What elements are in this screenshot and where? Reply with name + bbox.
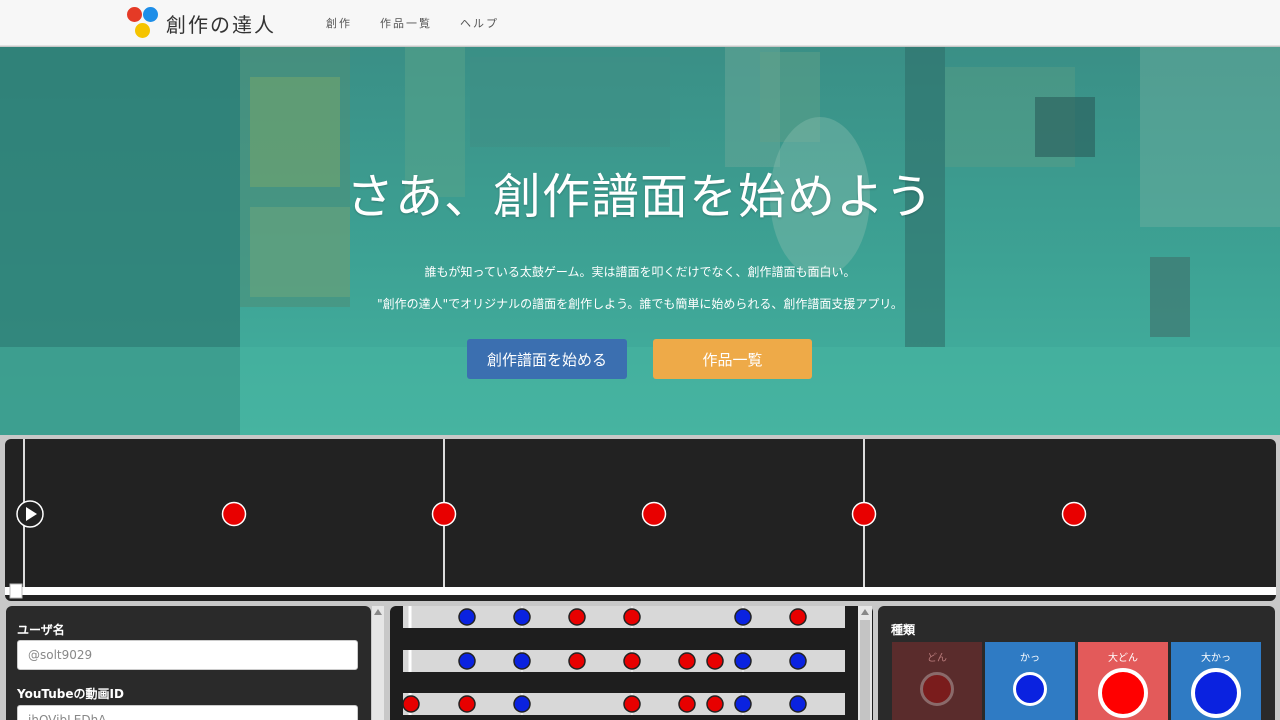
- start-creating-button[interactable]: 創作譜面を始める: [467, 339, 627, 379]
- nav-link-help[interactable]: ヘルプ: [460, 15, 499, 31]
- settings-panel: ユーザ名 YouTubeの動画ID: [6, 606, 371, 720]
- brand-name: 創作の達人: [166, 12, 276, 37]
- seek-bar[interactable]: [5, 587, 1276, 595]
- note-kind-title: 種類: [891, 623, 916, 637]
- mini-note-don[interactable]: [402, 695, 420, 713]
- note-don[interactable]: [851, 501, 877, 527]
- username-input[interactable]: [17, 640, 358, 670]
- mini-note-ka[interactable]: [734, 608, 752, 626]
- nav-link-works[interactable]: 作品一覧: [380, 15, 432, 31]
- settings-scrollbar[interactable]: [372, 606, 384, 720]
- mini-note-don[interactable]: [568, 652, 586, 670]
- note-kind-label: どん: [927, 653, 947, 664]
- youtube-id-label: YouTubeの動画ID: [17, 687, 124, 701]
- mini-note-don[interactable]: [706, 652, 724, 670]
- mini-note-don[interactable]: [706, 695, 724, 713]
- mini-note-don[interactable]: [458, 695, 476, 713]
- note-kind-label: 大どん: [1108, 653, 1138, 664]
- note-kind-icon: [1191, 668, 1241, 718]
- mini-note-ka[interactable]: [513, 695, 531, 713]
- mini-note-don[interactable]: [568, 608, 586, 626]
- main-score-canvas[interactable]: [5, 439, 1276, 601]
- note-don[interactable]: [1061, 501, 1087, 527]
- hero-section: さあ、創作譜面を始めよう 誰もが知っている太鼓ゲーム。実は譜面を叩くだけでなく、…: [0, 47, 1280, 435]
- note-don[interactable]: [641, 501, 667, 527]
- seek-handle[interactable]: [9, 583, 23, 599]
- hero-description-line1: 誰もが知っている太鼓ゲーム。実は譜面を叩くだけでなく、創作譜面も面白い。: [424, 265, 856, 279]
- hero-title: さあ、創作譜面を始めよう: [345, 169, 934, 225]
- note-kind-0[interactable]: どん: [892, 642, 982, 720]
- mini-note-ka[interactable]: [458, 652, 476, 670]
- hero-background-image: [0, 47, 1280, 435]
- note-kind-label: 大かっ: [1201, 653, 1231, 664]
- mini-note-ka[interactable]: [513, 608, 531, 626]
- logo-icon: [126, 6, 162, 40]
- brand[interactable]: 創作の達人: [126, 6, 276, 40]
- note-kind-2[interactable]: 大どん: [1078, 642, 1168, 720]
- username-label: ユーザ名: [17, 623, 65, 637]
- mini-note-ka[interactable]: [789, 652, 807, 670]
- mini-note-ka[interactable]: [458, 608, 476, 626]
- works-list-button[interactable]: 作品一覧: [653, 339, 812, 379]
- nav-link-create[interactable]: 創作: [326, 15, 352, 31]
- mini-note-don[interactable]: [678, 695, 696, 713]
- play-icon[interactable]: [16, 500, 44, 528]
- top-navbar: 創作の達人 創作 作品一覧 ヘルプ: [0, 0, 1280, 46]
- note-kind-panel: 種類 どん かっ 大どん 大かっ: [878, 606, 1275, 720]
- mini-note-ka[interactable]: [734, 652, 752, 670]
- mini-note-ka[interactable]: [513, 652, 531, 670]
- score-overview-canvas[interactable]: [390, 606, 873, 720]
- overview-scrollbar[interactable]: [858, 606, 872, 720]
- note-kind-icon: [1098, 668, 1148, 718]
- score-overview-panel[interactable]: [390, 606, 873, 720]
- youtube-id-input[interactable]: [17, 705, 358, 720]
- note-don[interactable]: [431, 501, 457, 527]
- mini-note-don[interactable]: [623, 695, 641, 713]
- note-don[interactable]: [221, 501, 247, 527]
- note-kind-icon: [920, 672, 954, 706]
- mini-note-ka[interactable]: [734, 695, 752, 713]
- mini-note-ka[interactable]: [789, 695, 807, 713]
- mini-note-don[interactable]: [789, 608, 807, 626]
- note-kind-icon: [1013, 672, 1047, 706]
- note-kind-3[interactable]: 大かっ: [1171, 642, 1261, 720]
- mini-note-don[interactable]: [623, 608, 641, 626]
- note-kind-1[interactable]: かっ: [985, 642, 1075, 720]
- nav-links: 創作 作品一覧 ヘルプ: [326, 15, 499, 31]
- main-score-track[interactable]: [5, 439, 1276, 601]
- hero-description-line2: "創作の達人"でオリジナルの譜面を創作しよう。誰でも簡単に始められる、創作譜面支…: [377, 297, 903, 311]
- mini-note-don[interactable]: [678, 652, 696, 670]
- mini-note-don[interactable]: [623, 652, 641, 670]
- note-kind-label: かっ: [1020, 653, 1040, 664]
